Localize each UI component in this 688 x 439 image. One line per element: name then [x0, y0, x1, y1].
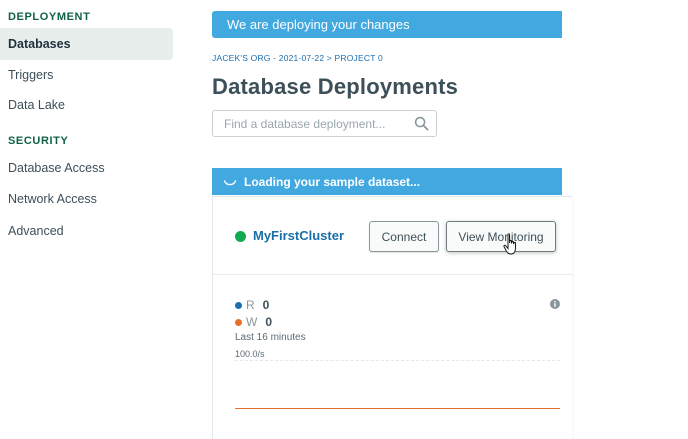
- connect-button[interactable]: Connect: [369, 221, 439, 252]
- card-divider: [213, 274, 573, 275]
- sidebar-item-triggers[interactable]: Triggers: [0, 59, 173, 91]
- chart-rate-label: 100.0/s: [235, 349, 265, 359]
- sidebar: DEPLOYMENT Databases Triggers Data Lake …: [0, 0, 180, 439]
- sidebar-item-data-lake[interactable]: Data Lake: [0, 89, 173, 121]
- search-icon[interactable]: [414, 116, 429, 131]
- spinner-icon: [223, 180, 237, 186]
- info-icon[interactable]: [550, 299, 560, 309]
- main-content: We are deploying your changes JACEK'S OR…: [212, 0, 688, 439]
- write-legend-dot: [235, 318, 242, 326]
- breadcrumb[interactable]: JACEK'S ORG - 2021-07-22 > PROJECT 0: [212, 53, 383, 63]
- loading-banner: Loading your sample dataset...: [212, 168, 562, 195]
- sidebar-item-network-access[interactable]: Network Access: [0, 183, 173, 215]
- view-monitoring-button[interactable]: View Monitoring: [446, 221, 556, 252]
- section-title-deployment: DEPLOYMENT: [8, 11, 91, 23]
- page-title: Database Deployments: [212, 74, 459, 99]
- chart-gridline: [235, 360, 560, 361]
- sidebar-item-advanced[interactable]: Advanced: [0, 215, 173, 247]
- metric-write-label: W: [246, 315, 258, 329]
- metric-write: W 0: [235, 315, 272, 329]
- cluster-status-dot: [235, 231, 246, 242]
- loading-banner-text: Loading your sample dataset...: [244, 174, 421, 189]
- read-legend-dot: [235, 301, 242, 309]
- sidebar-item-database-access[interactable]: Database Access: [0, 152, 173, 184]
- section-title-security: SECURITY: [8, 135, 69, 147]
- deploy-banner: We are deploying your changes: [212, 11, 562, 38]
- sidebar-item-databases[interactable]: Databases: [0, 28, 173, 60]
- cluster-name-link[interactable]: MyFirstCluster: [253, 228, 344, 243]
- metric-read-value: 0: [262, 298, 270, 312]
- chart-series-line-write: [235, 408, 560, 409]
- metric-read-label: R: [246, 298, 255, 312]
- search-box: [212, 110, 437, 137]
- metric-read: R 0: [235, 298, 269, 312]
- metric-write-value: 0: [265, 315, 273, 329]
- hand-cursor-icon: [503, 233, 516, 255]
- metric-time-caption: Last 16 minutes: [235, 332, 306, 343]
- search-input[interactable]: [224, 111, 404, 136]
